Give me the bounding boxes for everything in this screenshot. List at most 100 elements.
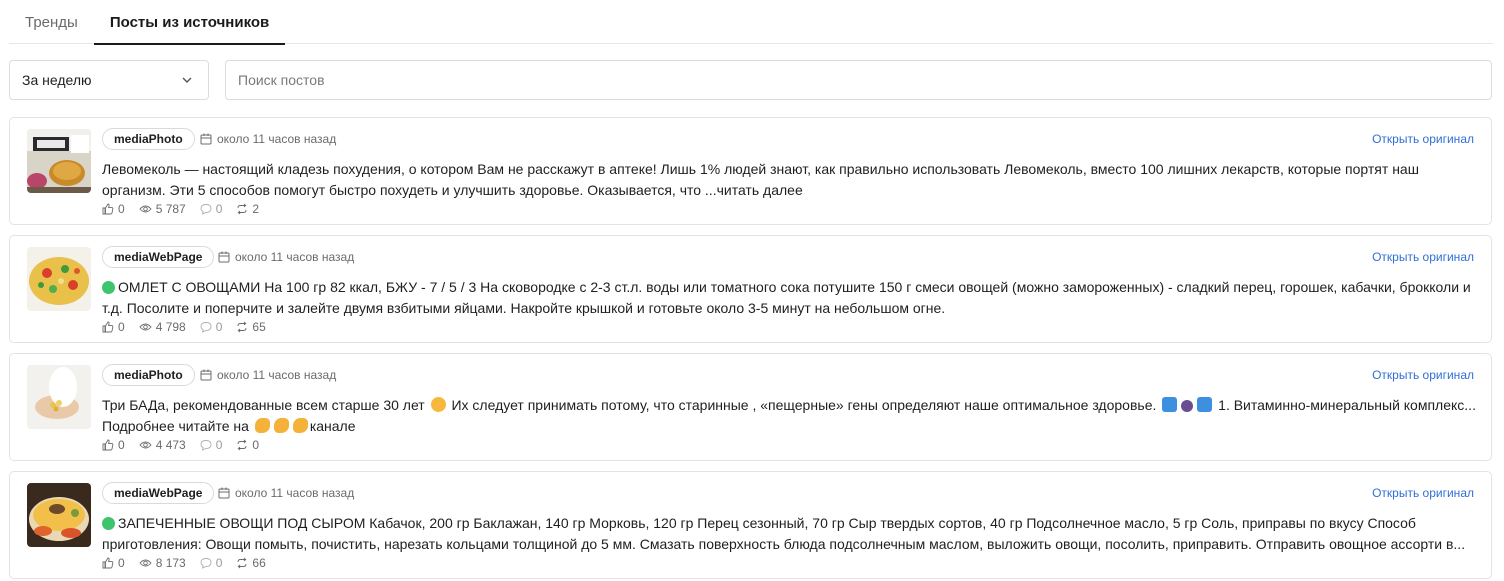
calendar-icon <box>200 133 212 145</box>
reposts-stat: 65 <box>236 320 266 334</box>
repost-icon <box>237 557 247 569</box>
likes-count: 0 <box>118 320 125 334</box>
comments-count: 0 <box>215 556 223 570</box>
post-text-line: канале <box>309 418 356 434</box>
repost-icon <box>237 439 247 451</box>
reposts-stat: 66 <box>236 556 266 570</box>
post-time: около 11 часов назад <box>200 128 336 150</box>
period-select[interactable]: За неделю <box>9 60 209 100</box>
post-time: около 11 часов назад <box>218 246 354 268</box>
eye-icon <box>139 559 152 567</box>
comment-icon <box>200 204 212 215</box>
post-stats: 0 8 173 0 66 <box>102 555 280 571</box>
likes-stat[interactable]: 0 <box>102 438 125 452</box>
repost-icon <box>237 203 247 215</box>
post-text-line: т.д. Посолите и поперчите и залейте двум… <box>102 300 946 316</box>
comments-stat: 0 <box>200 556 223 570</box>
post-time-text: около 11 часов назад <box>235 486 355 500</box>
thumbs-up-icon <box>102 203 114 215</box>
post-text: Левомеколь — настоящий кладезь похудения… <box>102 159 1477 201</box>
tab-trends[interactable]: Тренды <box>9 0 94 44</box>
post-stats: 0 4 473 0 0 <box>102 437 273 453</box>
post-card: mediaWebPage около 11 часов назад Открыт… <box>9 235 1492 343</box>
comment-icon <box>200 322 212 333</box>
reposts-stat: 0 <box>236 438 259 452</box>
post-thumbnail <box>27 247 91 311</box>
views-stat: 4 473 <box>139 438 186 452</box>
chevron-down-icon <box>180 73 194 87</box>
search-input[interactable] <box>225 60 1492 100</box>
eye-icon <box>139 205 152 213</box>
thumbs-up-icon <box>102 439 114 451</box>
post-text-line: ЗАПЕЧЕННЫЕ ОВОЩИ ПОД СЫРОМ Кабачок, 200 … <box>118 515 1416 531</box>
open-original-link[interactable]: Открыть оригинал <box>1372 128 1474 150</box>
comment-icon <box>200 558 212 569</box>
views-count: 4 798 <box>155 320 186 334</box>
reposts-count: 66 <box>252 556 266 570</box>
tab-source-posts[interactable]: Посты из источников <box>93 0 286 45</box>
open-original-link[interactable]: Открыть оригинал <box>1372 482 1474 504</box>
post-time-text: около 11 часов назад <box>235 250 355 264</box>
reposts-count: 0 <box>252 438 260 452</box>
post-thumbnail <box>27 365 91 429</box>
thumbs-up-icon <box>102 557 114 569</box>
post-text: ОМЛЕТ С ОВОЩАМИ На 100 гр 82 ккал, БЖУ -… <box>102 277 1477 319</box>
post-text-line: Три БАДа, рекомендованные всем старше 30… <box>102 397 425 413</box>
eye-icon <box>139 441 152 449</box>
post-text: ЗАПЕЧЕННЫЕ ОВОЩИ ПОД СЫРОМ Кабачок, 200 … <box>102 513 1477 555</box>
source-badge: mediaWebPage <box>102 482 215 504</box>
period-select-value: За неделю <box>22 72 92 88</box>
likes-stat[interactable]: 0 <box>102 202 125 216</box>
repost-icon <box>237 321 247 333</box>
post-card: mediaPhoto около 11 часов назад Открыть … <box>9 117 1492 225</box>
calendar-icon <box>218 487 230 499</box>
source-badge: mediaWebPage <box>102 246 215 268</box>
reposts-count: 2 <box>252 202 260 216</box>
post-text-line: организм. Эти 5 способов помогут быстро … <box>102 182 803 198</box>
post-stats: 0 5 787 0 2 <box>102 201 273 217</box>
post-text-line: 1. Витаминно-минеральный комплекс... <box>1218 397 1476 413</box>
green-circle-icon <box>102 517 115 530</box>
speaking-head-emoji-icon <box>1181 400 1194 412</box>
comments-stat: 0 <box>200 320 222 334</box>
post-stats: 0 4 798 0 65 <box>102 319 280 335</box>
post-text-line: Подробнее читайте на <box>102 418 249 434</box>
likes-count: 0 <box>118 556 125 570</box>
pointing-hand-emoji-icon <box>254 418 270 433</box>
down-arrow-emoji-icon <box>1197 397 1213 412</box>
tab-bar: Тренды Посты из источников <box>9 0 1493 45</box>
post-text-line: Левомеколь — настоящий кладезь похудения… <box>102 161 1419 177</box>
calendar-icon <box>218 251 230 263</box>
likes-count: 0 <box>118 438 125 452</box>
green-circle-icon <box>102 281 115 294</box>
smile-emoji-icon <box>430 397 446 412</box>
views-stat: 4 798 <box>139 320 186 334</box>
views-stat: 8 173 <box>139 556 186 570</box>
reposts-count: 65 <box>252 320 266 334</box>
likes-stat[interactable]: 0 <box>102 556 125 570</box>
post-time: около 11 часов назад <box>218 482 354 504</box>
thumbs-up-icon <box>102 321 114 333</box>
comments-stat: 0 <box>200 438 223 452</box>
views-stat: 5 787 <box>139 202 186 216</box>
source-badge: mediaPhoto <box>102 128 195 150</box>
comments-count: 0 <box>215 438 223 452</box>
post-thumbnail <box>27 129 91 193</box>
open-original-link[interactable]: Открыть оригинал <box>1372 364 1474 386</box>
comments-stat: 0 <box>200 202 222 216</box>
comment-icon <box>200 440 212 451</box>
post-text: Три БАДа, рекомендованные всем старше 30… <box>102 395 1477 437</box>
pointing-hand-emoji-icon <box>273 418 289 433</box>
post-time-text: около 11 часов назад <box>217 132 337 146</box>
views-count: 8 173 <box>155 556 186 570</box>
calendar-icon <box>200 369 212 381</box>
pointing-hand-emoji-icon <box>292 418 308 433</box>
eye-icon <box>139 323 152 331</box>
open-original-link[interactable]: Открыть оригинал <box>1372 246 1474 268</box>
likes-stat[interactable]: 0 <box>102 320 125 334</box>
views-count: 4 473 <box>155 438 186 452</box>
post-card: mediaPhoto около 11 часов назад Открыть … <box>9 353 1492 461</box>
post-time: около 11 часов назад <box>200 364 336 386</box>
post-text-line: приготовления: Овощи помыть, почистить, … <box>102 536 1466 552</box>
down-arrow-emoji-icon <box>1162 397 1178 412</box>
